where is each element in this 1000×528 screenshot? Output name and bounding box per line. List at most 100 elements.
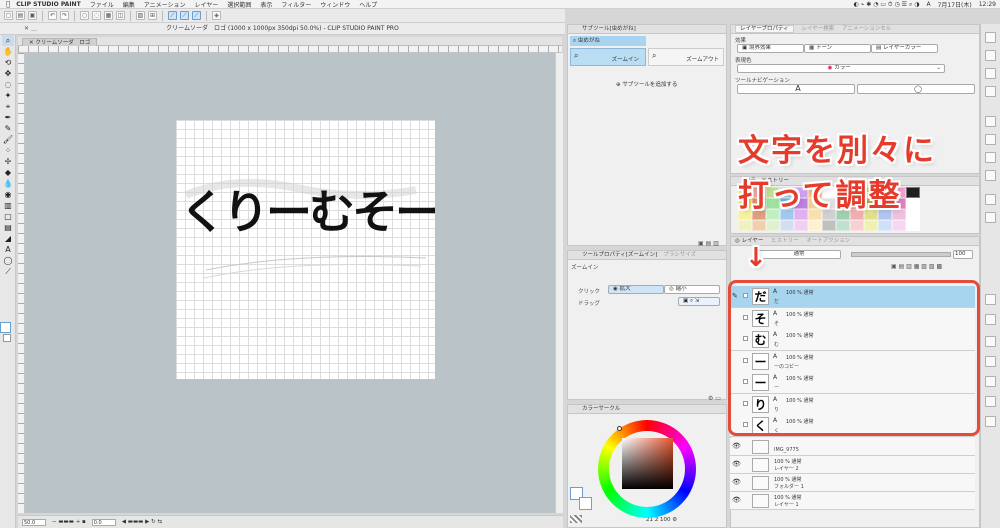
balloon-icon[interactable]: ◯ <box>2 255 14 266</box>
open-icon[interactable]: ▤ <box>16 11 25 20</box>
snap-ruler-icon[interactable]: ⟋ <box>168 11 177 20</box>
material-icon[interactable] <box>985 68 996 79</box>
color-history-swatch[interactable] <box>906 198 920 209</box>
layer-panel-toolbar[interactable]: ▣ ▤ ▥ ▦ ▧ ▨ ▩ <box>891 263 942 270</box>
zoom-tool-icon[interactable]: ⌕ <box>2 35 14 46</box>
blend-icon[interactable]: 💧 <box>2 178 14 189</box>
color-history-swatch[interactable] <box>906 209 920 220</box>
magic-wand-icon[interactable]: ✦ <box>2 90 14 101</box>
layer-name[interactable]: IMG_9775 <box>774 447 799 453</box>
eye-icon[interactable]: 👁 <box>732 460 741 468</box>
navigator-icon[interactable] <box>985 32 996 43</box>
border-effect-button[interactable]: ▣ 境界効果 <box>737 44 804 53</box>
menu-filter[interactable]: フィルター <box>281 0 311 9</box>
opacity-slider[interactable] <box>851 252 951 257</box>
tool-nav-balloon-button[interactable]: ◯ <box>857 84 975 94</box>
subtool-group-zoom[interactable]: ⌕ 虫めがね <box>570 36 646 46</box>
eye-icon[interactable]: 👁 <box>732 496 741 504</box>
text-tool-icon[interactable]: A <box>2 244 14 255</box>
tab-animation-cel[interactable]: アニメーションセル <box>842 26 891 32</box>
menu-animation[interactable]: アニメーション <box>144 0 186 9</box>
color-history-swatch[interactable] <box>780 220 794 231</box>
app-menu[interactable]: CLIP STUDIO PAINT <box>16 1 80 8</box>
eraser-icon[interactable]: ◆ <box>2 167 14 178</box>
rotate-tool-icon[interactable]: ⟲ <box>2 57 14 68</box>
rotate-controls[interactable]: ◀ ▬▬▬ ▶ ↻ ⇆ <box>122 519 162 525</box>
pencil-tool-icon[interactable]: ✎ <box>2 123 14 134</box>
drag-options[interactable]: ▣ ⌕ ⇲ <box>678 297 720 306</box>
tab-layer-search[interactable]: レイヤー検索 <box>801 26 834 32</box>
color-history-swatch[interactable] <box>808 220 822 231</box>
canvas-paper[interactable]: くりーむそーだ <box>176 120 435 379</box>
menu-help[interactable]: ヘルプ <box>359 0 377 9</box>
snap-icon[interactable]: ⊞ <box>148 11 157 20</box>
layer-row[interactable]: 👁 IMG_9775 <box>730 438 975 456</box>
menu-selection[interactable]: 選択範囲 <box>227 0 251 9</box>
menu-layer[interactable]: レイヤー <box>194 0 218 9</box>
history-side-icon[interactable] <box>985 356 996 367</box>
lasso-tool-icon[interactable]: ◌ <box>2 79 14 90</box>
hand-tool-icon[interactable]: ✋ <box>2 46 14 57</box>
color-history-swatch[interactable] <box>906 187 920 198</box>
layer-name[interactable]: フォルダー 1 <box>774 483 804 490</box>
expression-color-select[interactable]: ◉ カラー ⌄ <box>737 64 945 73</box>
layer-row[interactable]: 👁 100 % 通常 レイヤー 2 <box>730 456 975 474</box>
transform-icon[interactable]: ◫ <box>116 11 125 20</box>
quick-access-icon[interactable] <box>985 336 996 347</box>
layer-row[interactable]: 👁 100 % 通常 フォルダー 1 <box>730 474 975 492</box>
fill-tool-icon[interactable]: ◉ <box>2 189 14 200</box>
layer-row[interactable]: 👁 100 % 通常 レイヤー 1 <box>730 492 975 510</box>
layer-search-icon[interactable] <box>985 212 996 223</box>
transparent-swatch[interactable] <box>570 515 582 523</box>
menu-file[interactable]: ファイル <box>90 0 114 9</box>
opacity-value[interactable]: 100 <box>953 250 973 259</box>
tab-history[interactable]: ヒストリー <box>771 238 799 244</box>
tab-layer-property[interactable]: レイヤープロパティ <box>735 25 794 33</box>
item-bank-icon[interactable] <box>985 116 996 127</box>
color-history-swatch[interactable] <box>822 220 836 231</box>
color-history-swatch[interactable] <box>864 220 878 231</box>
tone-button[interactable]: ▦ トーン <box>804 44 871 53</box>
color-history-swatch[interactable] <box>752 220 766 231</box>
input-source[interactable]: A <box>926 1 930 8</box>
snap-special-ruler-icon[interactable]: ⟋ <box>180 11 189 20</box>
pen-tool-icon[interactable]: ✒ <box>2 112 14 123</box>
canvas-scrollbar[interactable] <box>555 53 563 513</box>
sub-color-swatch[interactable] <box>3 334 11 342</box>
color-history-swatch[interactable] <box>906 220 920 231</box>
zoom-in-option[interactable]: ◉ 拡大 <box>608 285 664 294</box>
eye-icon[interactable]: 👁 <box>732 478 741 486</box>
clear-outside-icon[interactable]: ◌ <box>92 11 101 20</box>
menu-edit[interactable]: 編集 <box>123 0 135 9</box>
add-subtool-button[interactable]: ⊕ サブツールを追加する <box>616 80 677 88</box>
color-history-swatch[interactable] <box>794 220 808 231</box>
color-history-swatch[interactable] <box>836 220 850 231</box>
color-history-swatch[interactable] <box>738 220 752 231</box>
subtool-zoom-in[interactable]: ⌕ ズームイン <box>570 48 646 66</box>
zoom-controls[interactable]: − ▬▬▬ + ▪ <box>52 519 86 525</box>
palette-icon[interactable] <box>985 134 996 145</box>
auto-action-side-icon[interactable] <box>985 376 996 387</box>
property-side-icon[interactable] <box>985 416 996 427</box>
window-controls[interactable]: ✕ ＿ <box>24 23 37 35</box>
menu-window[interactable]: ウィンドウ <box>320 0 350 9</box>
layer-color-button[interactable]: ▤ レイヤーカラー <box>871 44 938 53</box>
approximate-color-icon[interactable] <box>985 194 996 205</box>
zoom-readout[interactable]: 50.0 <box>22 518 46 526</box>
new-icon[interactable]: ▢ <box>4 11 13 20</box>
color-sub-swatch[interactable] <box>579 497 592 510</box>
airbrush-icon[interactable]: ⁘ <box>2 145 14 156</box>
eyedropper-icon[interactable]: ⌖ <box>2 101 14 112</box>
redo-icon[interactable]: ↷ <box>60 11 69 20</box>
menu-view[interactable]: 表示 <box>260 0 272 9</box>
zoom-out-option[interactable]: ◎ 縮小 <box>664 285 720 294</box>
clear-icon[interactable]: ○ <box>80 11 89 20</box>
color-history-swatch[interactable] <box>850 220 864 231</box>
timeline-icon[interactable] <box>985 294 996 305</box>
correct-line-icon[interactable]: ⟋ <box>2 266 14 277</box>
frame-icon[interactable]: ▤ <box>2 222 14 233</box>
sub-view-icon[interactable] <box>985 50 996 61</box>
tool-nav-text-button[interactable]: A <box>737 84 855 94</box>
snap-grid-icon[interactable]: ⟋ <box>192 11 201 20</box>
hide-selection-icon[interactable]: ▨ <box>136 11 145 20</box>
